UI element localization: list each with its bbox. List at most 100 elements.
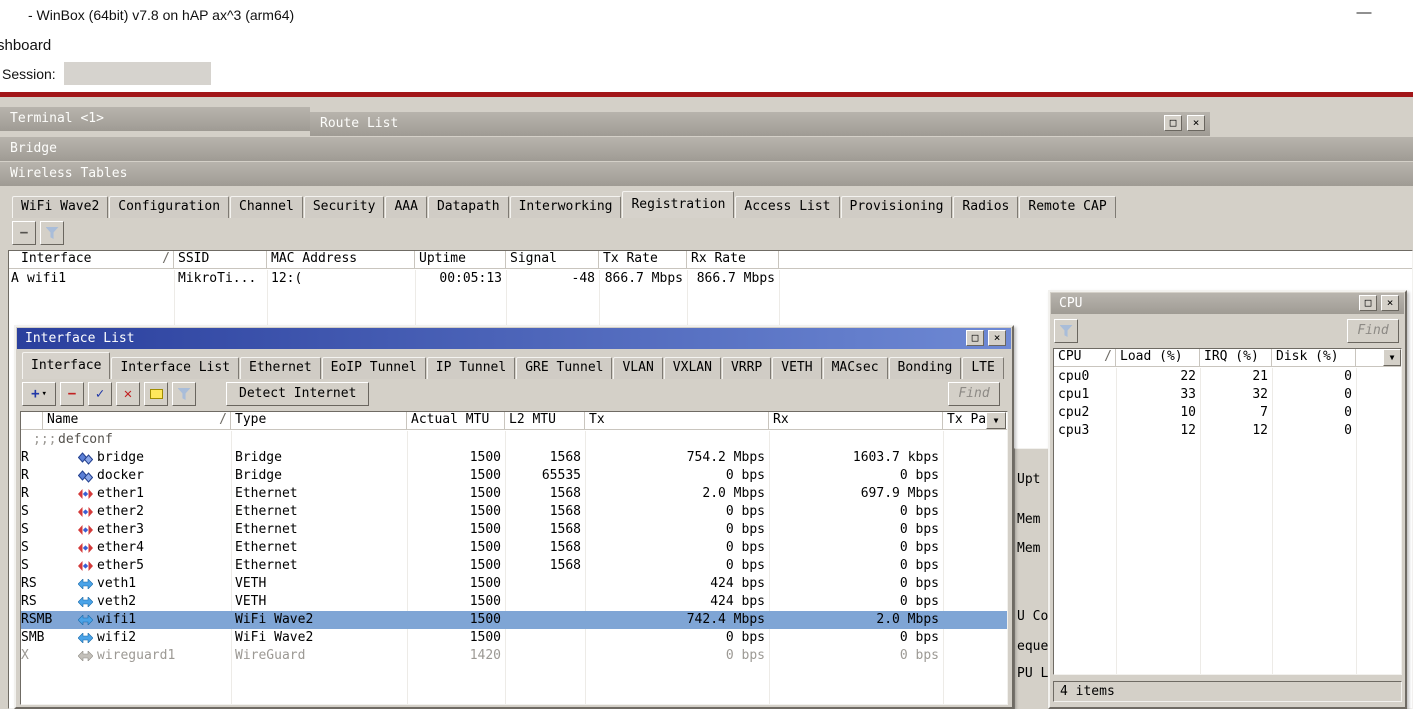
close-icon[interactable]: × [1187, 115, 1205, 131]
tab-vrrp[interactable]: VRRP [722, 357, 771, 379]
tab-remote-cap[interactable]: Remote CAP [1019, 196, 1115, 218]
interface-list-titlebar[interactable]: Interface List [17, 328, 1011, 349]
tab-provisioning[interactable]: Provisioning [841, 196, 953, 218]
filter-button[interactable] [172, 382, 196, 406]
col-rx-rate[interactable]: Rx Rate [687, 251, 779, 269]
col-actual-mtu[interactable]: Actual MTU [407, 412, 505, 430]
row-flags: R [21, 485, 75, 503]
col-cpu[interactable]: CPU / [1054, 349, 1116, 367]
table-row-veth1[interactable]: RSveth1VETH1500424 bps0 bps [21, 575, 1007, 593]
tab-veth[interactable]: VETH [772, 357, 821, 379]
column-menu-icon[interactable]: ▼ [986, 412, 1006, 429]
tab-vxlan[interactable]: VXLAN [664, 357, 721, 379]
remove-button[interactable]: − [12, 221, 36, 245]
table-row-veth2[interactable]: RSveth2VETH1500424 bps0 bps [21, 593, 1007, 611]
table-row-ether3[interactable]: Sether3Ethernet150015680 bps0 bps [21, 521, 1007, 539]
col-tx-pa[interactable]: Tx Pa [943, 412, 985, 430]
find-button[interactable]: Find [948, 382, 1000, 406]
cpu-window-titlebar[interactable]: CPU [1051, 293, 1404, 314]
enable-button[interactable]: ✓ [88, 382, 112, 406]
wireless-window-titlebar[interactable]: Wireless Tables [0, 162, 1413, 186]
tab-access-list[interactable]: Access List [735, 196, 839, 218]
terminal-window-titlebar[interactable]: Terminal <1> [0, 107, 310, 131]
table-row-ether5[interactable]: Sether5Ethernet150015680 bps0 bps [21, 557, 1007, 575]
tab-vlan[interactable]: VLAN [613, 357, 662, 379]
route-list-window-titlebar[interactable]: Route List □ × [310, 112, 1210, 136]
tab-configuration[interactable]: Configuration [109, 196, 229, 218]
tab-ip-tunnel[interactable]: IP Tunnel [427, 357, 515, 379]
col-signal[interactable]: Signal [506, 251, 599, 269]
find-button[interactable]: Find [1347, 319, 1399, 343]
col-irq[interactable]: IRQ (%) [1200, 349, 1272, 367]
tab-aaa[interactable]: AAA [385, 196, 426, 218]
row-cpu: cpu2 [1058, 404, 1114, 422]
resources-strip[interactable]: UptMemMemU CoequePU L [1014, 448, 1048, 709]
disable-button[interactable]: ✕ [116, 382, 140, 406]
table-row-ether2[interactable]: Sether2Ethernet150015680 bps0 bps [21, 503, 1007, 521]
row-flags: RSMB [21, 611, 75, 629]
col-tx[interactable]: Tx [585, 412, 769, 430]
row-load: 10 [1120, 404, 1196, 422]
add-button[interactable]: + ▾ [22, 382, 56, 406]
col-l2-mtu[interactable]: L2 MTU [505, 412, 585, 430]
tab-interface[interactable]: Interface [22, 352, 110, 379]
col-tx-rate[interactable]: Tx Rate [599, 251, 687, 269]
table-row-wifi1[interactable]: Awifi1MikroTi...12:(00:05:13-48866.7 Mbp… [9, 270, 1412, 288]
tab-eoip-tunnel[interactable]: EoIP Tunnel [322, 357, 426, 379]
row-l2-mtu: 65535 [507, 467, 581, 485]
col-rx[interactable]: Rx [769, 412, 943, 430]
col-disk[interactable]: Disk (%) [1272, 349, 1356, 367]
close-icon[interactable]: × [1381, 295, 1399, 311]
col-flags[interactable] [21, 412, 43, 430]
table-row-bridge[interactable]: RbridgeBridge15001568754.2 Mbps1603.7 kb… [21, 449, 1007, 467]
tab-interface-list[interactable]: Interface List [111, 357, 239, 379]
detect-internet-button[interactable]: Detect Internet [226, 382, 369, 406]
tab-datapath[interactable]: Datapath [428, 196, 509, 218]
table-row-wifi1[interactable]: RSMBwifi1WiFi Wave21500742.4 Mbps2.0 Mbp… [21, 611, 1007, 629]
row-actual-mtu: 1500 [409, 485, 501, 503]
sort-indicator: / [219, 412, 227, 428]
table-row-ether1[interactable]: Rether1Ethernet150015682.0 Mbps697.9 Mbp… [21, 485, 1007, 503]
table-row-wireguard1[interactable]: Xwireguard1WireGuard14200 bps0 bps [21, 647, 1007, 665]
table-row-cpu3[interactable]: cpu312120 [1054, 422, 1401, 440]
column-menu-icon[interactable]: ▼ [1383, 349, 1401, 366]
table-row-docker[interactable]: RdockerBridge1500655350 bps0 bps [21, 467, 1007, 485]
col-name[interactable]: Name / [43, 412, 231, 430]
table-row-ether4[interactable]: Sether4Ethernet150015680 bps0 bps [21, 539, 1007, 557]
tab-lte[interactable]: LTE [962, 357, 1003, 379]
tab-gre-tunnel[interactable]: GRE Tunnel [516, 357, 612, 379]
close-icon[interactable]: × [988, 330, 1006, 346]
tab-interworking[interactable]: Interworking [510, 196, 622, 218]
col-interface[interactable]: Interface / [9, 251, 174, 269]
tab-macsec[interactable]: MACsec [823, 357, 888, 379]
filter-button[interactable] [1054, 319, 1078, 343]
minimize-icon[interactable]: — [1349, 4, 1379, 26]
comment-button[interactable] [144, 382, 168, 406]
col-load[interactable]: Load (%) [1116, 349, 1200, 367]
tab-radios[interactable]: Radios [953, 196, 1018, 218]
col-type[interactable]: Type [231, 412, 407, 430]
resources-label-fragment: PU L [1017, 666, 1048, 681]
maximize-icon[interactable]: □ [1359, 295, 1377, 311]
table-row-cpu1[interactable]: cpu133320 [1054, 386, 1401, 404]
tab-wifi-wave2[interactable]: WiFi Wave2 [12, 196, 108, 218]
bridge-window-titlebar[interactable]: Bridge [0, 137, 1413, 161]
tab-security[interactable]: Security [304, 196, 385, 218]
table-row-wifi2[interactable]: SMBwifi2WiFi Wave215000 bps0 bps [21, 629, 1007, 647]
col-ssid[interactable]: SSID [174, 251, 267, 269]
filter-button[interactable] [40, 221, 64, 245]
col-uptime[interactable]: Uptime [415, 251, 506, 269]
menu-dashboard[interactable]: shboard [0, 37, 51, 54]
table-row-cpu2[interactable]: cpu21070 [1054, 404, 1401, 422]
tab-bonding[interactable]: Bonding [889, 357, 962, 379]
remove-button[interactable]: − [60, 382, 84, 406]
col-mac-address[interactable]: MAC Address [267, 251, 415, 269]
maximize-icon[interactable]: □ [1164, 115, 1182, 131]
maximize-icon[interactable]: □ [966, 330, 984, 346]
tab-registration[interactable]: Registration [622, 191, 734, 218]
table-row-cpu0[interactable]: cpu022210 [1054, 368, 1401, 386]
table-row-group-defconf[interactable]: ;;;defconf [21, 431, 1007, 449]
session-input[interactable] [64, 62, 211, 85]
tab-channel[interactable]: Channel [230, 196, 303, 218]
tab-ethernet[interactable]: Ethernet [240, 357, 321, 379]
